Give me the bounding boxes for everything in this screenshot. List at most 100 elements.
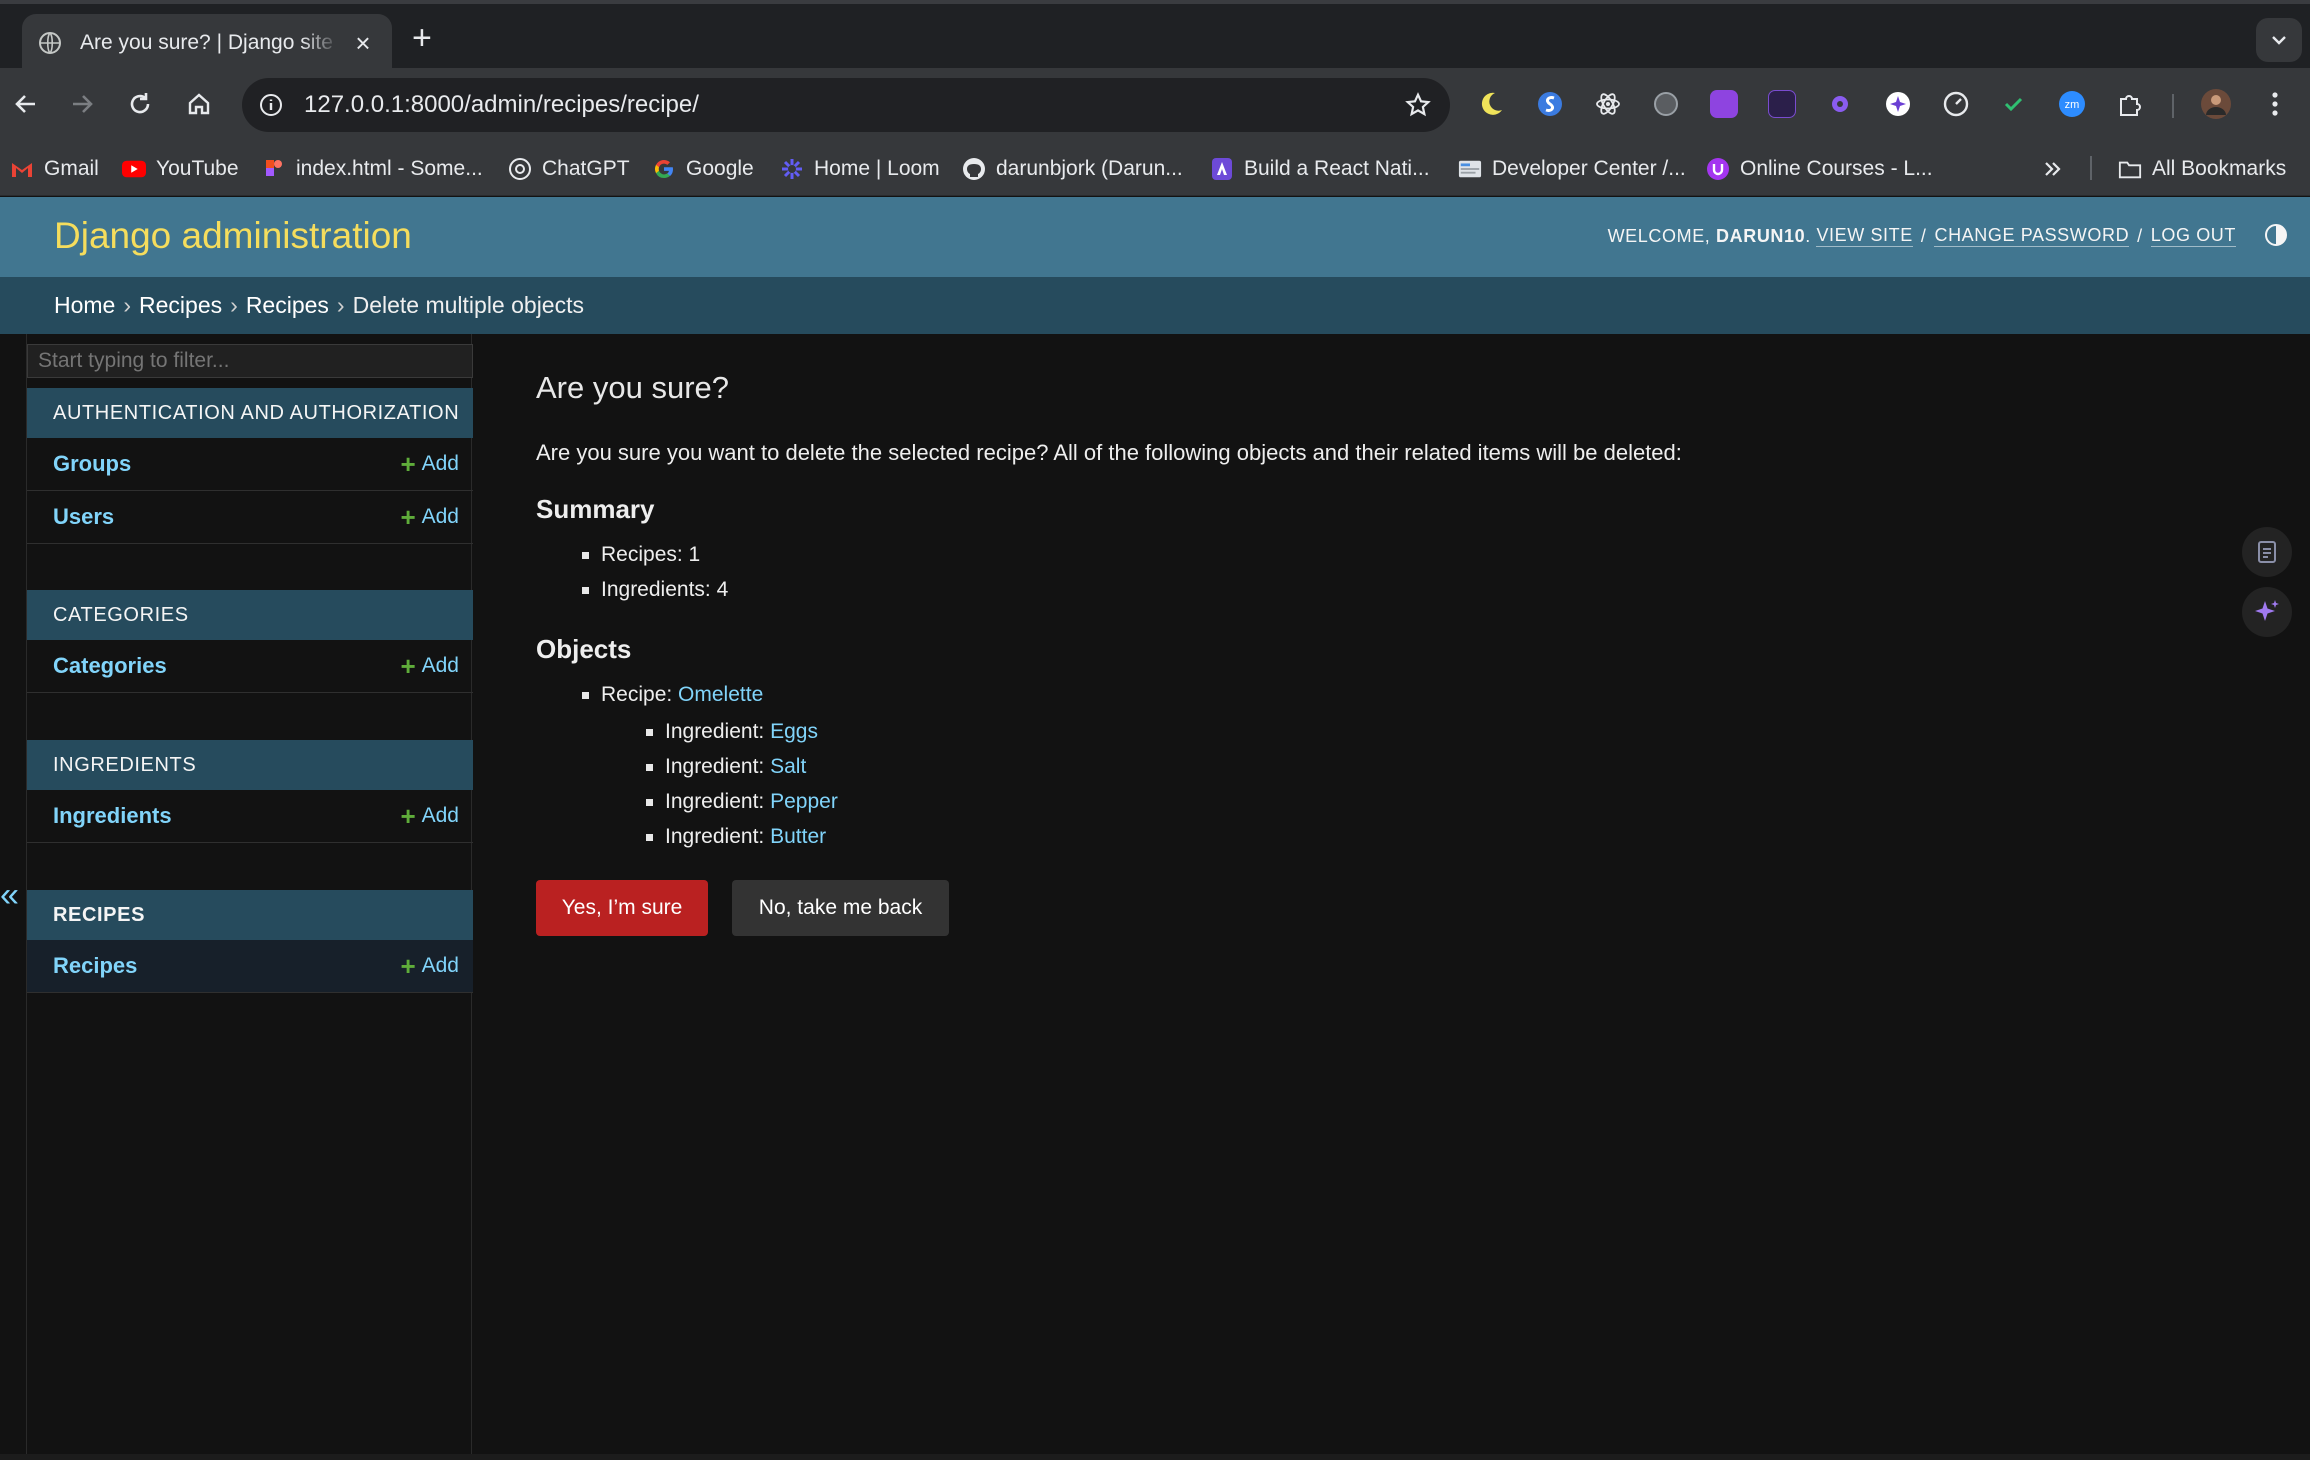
site-branding[interactable]: Django administration — [54, 215, 412, 257]
users-link[interactable]: Users — [53, 504, 114, 530]
bookmark-chatgpt[interactable]: ChatGPT — [508, 154, 630, 184]
bookmark-loom[interactable]: Home | Loom — [780, 154, 940, 184]
zoom-extension-icon[interactable]: zm — [2055, 87, 2089, 121]
change-password-link[interactable]: CHANGE PASSWORD — [1934, 225, 2130, 247]
log-out-link[interactable]: LOG OUT — [2150, 225, 2236, 247]
bookmark-developer-center[interactable]: Developer Center /... — [1458, 154, 1686, 184]
breadcrumb-home[interactable]: Home — [54, 292, 115, 319]
add-categories-button[interactable]: + Add — [400, 651, 459, 681]
confirm-delete-button[interactable]: Yes, I’m sure — [536, 880, 708, 936]
browser-toolbar: 127.0.0.1:8000/admin/recipes/recipe/ zm — [0, 68, 2310, 142]
ingredient-butter-link[interactable]: Butter — [770, 825, 826, 849]
site-info-icon[interactable] — [256, 90, 286, 120]
add-groups-button[interactable]: + Add — [400, 451, 459, 477]
nav-filter-input[interactable] — [27, 344, 473, 378]
module-caption[interactable]: RECIPES — [27, 890, 473, 940]
document-extension-button[interactable] — [2242, 527, 2292, 577]
breadcrumb-separator: › — [336, 292, 345, 318]
profile-avatar[interactable] — [2199, 87, 2233, 121]
extensions-puzzle-icon[interactable] — [2113, 87, 2147, 121]
categories-link[interactable]: Categories — [53, 653, 167, 679]
browser-tab-active[interactable]: Are you sure? | Django site admin × — [22, 14, 392, 72]
bookmarks-separator — [2090, 156, 2092, 180]
close-tab-icon[interactable]: × — [350, 28, 376, 59]
breadcrumb: Home › Recipes › Recipes › Delete multip… — [0, 277, 2310, 334]
module-ingredients: INGREDIENTS Ingredients + Add — [27, 740, 473, 843]
bullet — [646, 728, 653, 736]
groups-link[interactable]: Groups — [53, 451, 131, 477]
chatgpt-icon — [508, 157, 532, 181]
list-item: Recipes: 1 — [582, 543, 700, 567]
ingredients-link[interactable]: Ingredients — [53, 803, 172, 829]
breadcrumb-app-recipes[interactable]: Recipes — [139, 292, 222, 319]
add-users-button[interactable]: + Add — [400, 504, 459, 530]
ingredient-eggs-link[interactable]: Eggs — [770, 720, 818, 744]
plus-icon: + — [400, 801, 416, 831]
summary-heading: Summary — [536, 494, 655, 524]
ingredient-pepper-link[interactable]: Pepper — [770, 790, 838, 814]
bookmark-google[interactable]: Google — [652, 154, 754, 184]
user-tools-separator: / — [2137, 225, 2143, 246]
url-text[interactable]: 127.0.0.1:8000/admin/recipes/recipe/ — [304, 91, 1398, 119]
module-caption[interactable]: AUTHENTICATION AND AUTHORIZATION — [27, 388, 473, 438]
toggle-sidebar-button[interactable]: « — [0, 876, 19, 915]
bookmark-star-icon[interactable] — [1398, 85, 1438, 125]
all-bookmarks-folder[interactable]: All Bookmarks — [2118, 154, 2286, 184]
recipes-link[interactable]: Recipes — [53, 953, 137, 979]
ai-sparkle-button[interactable] — [2242, 587, 2292, 637]
summary-recipes-count: Recipes: 1 — [601, 543, 701, 566]
extension-blue-s-icon[interactable] — [1533, 87, 1567, 121]
plus-icon: + — [400, 651, 416, 681]
bookmark-label: Gmail — [44, 157, 99, 180]
reload-icon[interactable] — [122, 86, 158, 122]
admin-header: Django administration WELCOME, DARUN10. … — [0, 197, 2310, 277]
forward-arrow-icon[interactable] — [64, 86, 100, 122]
breadcrumb-model-recipes[interactable]: Recipes — [246, 292, 329, 319]
back-arrow-icon[interactable] — [8, 86, 44, 122]
user-tools: WELCOME, DARUN10. VIEW SITE / CHANGE PAS… — [1608, 225, 2236, 247]
welcome-text: WELCOME, — [1607, 225, 1711, 246]
bookmark-github[interactable]: darunbjork (Darun... — [962, 154, 1183, 184]
gmail-icon — [10, 157, 34, 181]
bullet — [646, 798, 653, 806]
react-devtools-icon[interactable] — [1591, 87, 1625, 121]
module-caption[interactable]: INGREDIENTS — [27, 740, 473, 790]
list-item: Ingredient: Butter — [646, 825, 826, 849]
tab-search-chevron-icon[interactable] — [2256, 18, 2302, 62]
view-site-link[interactable]: VIEW SITE — [1816, 225, 1913, 247]
new-tab-icon[interactable]: + — [412, 18, 432, 58]
dark-reader-moon-icon[interactable] — [1474, 87, 1508, 121]
youtube-icon — [122, 157, 146, 181]
bookmark-react-native[interactable]: Build a React Nati... — [1210, 154, 1430, 184]
bookmark-online-courses[interactable]: Online Courses - L... — [1706, 154, 1933, 184]
ingredient-salt-link[interactable]: Salt — [770, 755, 806, 779]
home-icon[interactable] — [181, 86, 217, 122]
module-caption[interactable]: CATEGORIES — [27, 590, 473, 640]
speedometer-extension-icon[interactable] — [1939, 87, 1973, 121]
bookmark-index-html[interactable]: index.html - Some... — [262, 154, 483, 184]
checkmark-extension-icon[interactable] — [1997, 87, 2031, 121]
summary-ingredients-count: Ingredients: 4 — [601, 578, 729, 601]
bookmark-label: YouTube — [156, 157, 239, 180]
cancel-delete-button[interactable]: No, take me back — [732, 880, 949, 936]
window-bottom-edge — [0, 1454, 2310, 1460]
bookmarks-overflow-chevron-icon[interactable] — [2042, 154, 2064, 184]
add-label: Add — [421, 505, 459, 528]
gear-extension-icon[interactable] — [1823, 87, 1857, 121]
google-icon — [652, 157, 676, 181]
web-extension-icon[interactable] — [1649, 87, 1683, 121]
bookmark-youtube[interactable]: YouTube — [122, 154, 239, 184]
purple-square-extension-icon[interactable] — [1765, 87, 1799, 121]
chatgpt-extension-icon[interactable] — [1707, 87, 1741, 121]
bookmark-gmail[interactable]: Gmail — [10, 154, 99, 184]
sparkle-extension-icon[interactable] — [1881, 87, 1915, 121]
globe-icon — [39, 32, 61, 54]
address-bar[interactable]: 127.0.0.1:8000/admin/recipes/recipe/ — [242, 78, 1450, 132]
browser-menu-icon[interactable] — [2258, 87, 2292, 121]
list-item: Ingredient: Pepper — [646, 790, 838, 814]
add-ingredients-button[interactable]: + Add — [400, 801, 459, 831]
document-icon — [2258, 541, 2276, 563]
theme-toggle-icon[interactable] — [2264, 223, 2288, 247]
recipe-omelette-link[interactable]: Omelette — [678, 683, 763, 707]
add-recipes-button[interactable]: + Add — [400, 953, 459, 979]
